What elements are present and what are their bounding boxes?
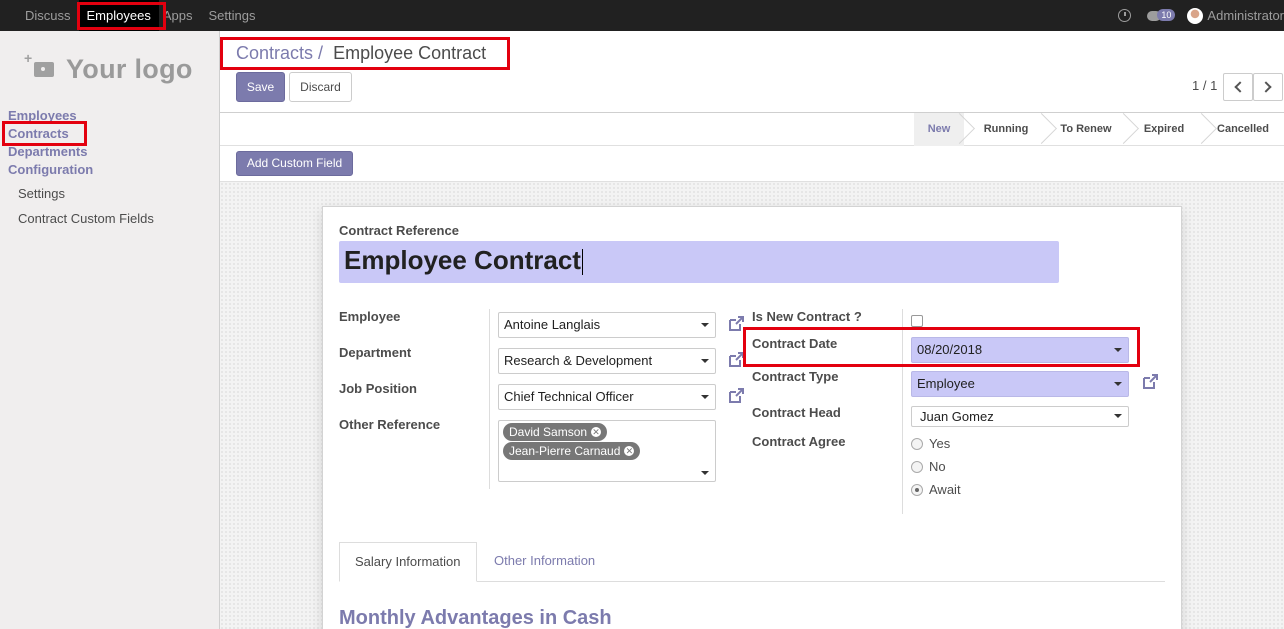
employee-select[interactable]: Antoine Langlais xyxy=(498,312,716,338)
camera-plus-icon xyxy=(24,50,54,77)
contract-type-value: Employee xyxy=(917,376,975,391)
contract-head-label: Contract Head xyxy=(752,405,841,420)
contract-type-label: Contract Type xyxy=(752,369,839,384)
user-menu-name[interactable]: Administrator xyxy=(1207,8,1284,23)
remove-tag-icon[interactable]: ✕ xyxy=(624,445,635,456)
tag-jean-pierre-carnaud: Jean-Pierre Carnaud ✕ xyxy=(503,442,641,460)
caret-down-icon xyxy=(1114,348,1122,352)
main-menu: Discuss Employees Apps Settings xyxy=(0,0,263,31)
tag-david-samson: David Samson ✕ xyxy=(503,423,608,441)
menu-apps[interactable]: Apps xyxy=(159,0,201,31)
contract-reference-value: Employee Contract xyxy=(344,245,581,275)
caret-down-icon xyxy=(701,359,709,363)
form-sheet: Contract Reference Employee Contract Emp… xyxy=(322,206,1182,629)
contract-date-value: 08/20/2018 xyxy=(917,342,983,357)
contract-head-value: Juan Gomez xyxy=(920,409,994,424)
contract-type-select[interactable]: Employee xyxy=(911,371,1129,397)
other-reference-label: Other Reference xyxy=(339,417,441,432)
sidebar-item-configuration[interactable]: Configuration xyxy=(8,162,93,177)
external-link-icon[interactable] xyxy=(727,315,745,333)
chevron-left-icon xyxy=(1234,81,1246,93)
radio-no-label: No xyxy=(929,459,946,474)
contract-date-input[interactable]: 08/20/2018 xyxy=(911,337,1129,363)
breadcrumb-current: Employee Contract xyxy=(333,43,487,63)
sidebar: Your logo Employees Contracts Department… xyxy=(0,31,220,629)
department-label: Department xyxy=(339,345,412,360)
breadcrumb-parent[interactable]: Contracts xyxy=(236,43,313,63)
sidebar-item-contract-custom-fields[interactable]: Contract Custom Fields xyxy=(18,211,154,226)
top-navbar: Discuss Employees Apps Settings 10 Admin… xyxy=(0,0,1284,31)
stage-separator xyxy=(1120,113,1132,146)
employee-value: Antoine Langlais xyxy=(504,317,601,332)
other-reference-many2many[interactable]: David Samson ✕ Jean-Pierre Carnaud ✕ xyxy=(498,420,716,482)
company-logo: Your logo xyxy=(22,47,198,91)
radio-yes-label: Yes xyxy=(929,436,951,451)
radio-yes[interactable] xyxy=(911,438,923,450)
custom-field-row: Add Custom Field xyxy=(220,146,1284,182)
stage-separator xyxy=(1038,113,1050,146)
stage-cancelled[interactable]: Cancelled xyxy=(1210,113,1276,146)
tag-label: Jean-Pierre Carnaud xyxy=(509,444,621,458)
department-select[interactable]: Research & Development xyxy=(498,348,716,374)
group-divider xyxy=(489,309,490,489)
tag-label: David Samson xyxy=(509,425,588,439)
contract-reference-input[interactable]: Employee Contract xyxy=(339,241,1059,283)
job-position-label: Job Position xyxy=(339,381,417,396)
text-cursor xyxy=(581,249,583,276)
job-position-value: Chief Technical Officer xyxy=(504,389,634,404)
stage-separator xyxy=(1198,113,1210,146)
sidebar-item-settings[interactable]: Settings xyxy=(18,186,65,201)
breadcrumb-separator: / xyxy=(318,43,324,63)
section-title: Monthly Advantages in Cash xyxy=(339,607,612,629)
chevron-right-icon xyxy=(1260,81,1272,93)
discard-button[interactable]: Discard xyxy=(289,72,352,102)
caret-down-icon xyxy=(1114,382,1122,386)
tab-other-information[interactable]: Other Information xyxy=(479,542,610,582)
contract-date-label: Contract Date xyxy=(752,336,838,351)
add-custom-field-button[interactable]: Add Custom Field xyxy=(236,151,353,176)
activity-clock-icon[interactable] xyxy=(1118,9,1132,22)
is-new-contract-checkbox[interactable] xyxy=(911,315,923,327)
radio-await[interactable] xyxy=(911,484,923,496)
main-content: Contracts / Employee Contract Save Disca… xyxy=(220,31,1284,629)
menu-settings[interactable]: Settings xyxy=(200,0,263,31)
pager-next-button[interactable] xyxy=(1253,73,1283,101)
systray: 10 Administrator xyxy=(1118,0,1284,31)
messages-count-badge[interactable]: 10 xyxy=(1157,8,1176,21)
contract-reference-label: Contract Reference xyxy=(339,223,459,238)
tab-salary-information[interactable]: Salary Information xyxy=(339,542,477,582)
external-link-icon[interactable] xyxy=(727,387,745,405)
stage-separator xyxy=(956,113,968,146)
caret-down-icon xyxy=(701,471,709,475)
pager-counter: 1 / 1 xyxy=(1192,78,1218,93)
user-avatar[interactable] xyxy=(1187,7,1204,24)
contract-agree-label: Contract Agree xyxy=(752,434,846,449)
sidebar-item-departments[interactable]: Departments xyxy=(8,144,87,159)
sidebar-item-contracts[interactable]: Contracts xyxy=(8,126,69,141)
sidebar-item-employees[interactable]: Employees xyxy=(8,108,77,123)
job-position-select[interactable]: Chief Technical Officer xyxy=(498,384,716,410)
external-link-icon[interactable] xyxy=(1141,373,1159,391)
save-button[interactable]: Save xyxy=(236,72,285,102)
radio-await-label: Await xyxy=(929,482,961,497)
group-divider xyxy=(902,309,903,514)
menu-employees[interactable]: Employees xyxy=(78,0,159,31)
caret-down-icon xyxy=(701,323,709,327)
caret-down-icon xyxy=(1114,414,1122,418)
logo-text: Your logo xyxy=(66,53,193,84)
breadcrumb: Contracts / Employee Contract xyxy=(236,43,486,64)
contract-head-select[interactable]: Juan Gomez xyxy=(911,406,1129,427)
stage-expired[interactable]: Expired xyxy=(1134,113,1194,146)
employee-label: Employee xyxy=(339,309,401,324)
radio-no[interactable] xyxy=(911,461,923,473)
remove-tag-icon[interactable]: ✕ xyxy=(591,426,602,437)
is-new-contract-label: Is New Contract ? xyxy=(752,309,862,324)
external-link-icon[interactable] xyxy=(727,351,745,369)
department-value: Research & Development xyxy=(504,353,653,368)
status-bar: New Running To Renew Expired Cancelled xyxy=(220,112,1284,146)
caret-down-icon xyxy=(701,395,709,399)
pager-previous-button[interactable] xyxy=(1223,73,1253,101)
menu-discuss[interactable]: Discuss xyxy=(16,0,79,31)
